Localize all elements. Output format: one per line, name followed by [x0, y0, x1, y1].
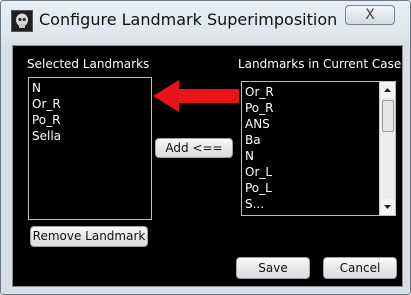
chevron-down-icon — [384, 205, 391, 209]
selected-landmark-item[interactable]: Po_R — [32, 112, 151, 128]
current-landmarks-label: Landmarks in Current Case — [238, 57, 402, 71]
cancel-button[interactable]: Cancel — [323, 257, 397, 279]
current-landmark-item[interactable]: N — [245, 148, 395, 164]
current-landmark-item[interactable]: S... — [245, 196, 395, 212]
chevron-up-icon — [384, 88, 391, 92]
skull-icon — [11, 10, 33, 32]
add-landmark-button[interactable]: Add <== — [155, 138, 233, 158]
close-button[interactable]: X — [345, 5, 395, 25]
list-scrollbar[interactable] — [379, 82, 395, 215]
save-button[interactable]: Save — [236, 257, 310, 279]
selected-landmark-item[interactable]: Sella — [32, 128, 151, 144]
current-landmark-item[interactable]: Po_R — [245, 100, 395, 116]
selected-landmark-item[interactable]: Or_R — [32, 96, 151, 112]
remove-landmark-button[interactable]: Remove Landmark — [30, 226, 148, 247]
selected-landmark-item[interactable]: N — [32, 80, 151, 96]
current-landmark-item[interactable]: Po_L — [245, 180, 395, 196]
selected-landmarks-label: Selected Landmarks — [27, 57, 150, 71]
current-landmarks-list[interactable]: Or_R Po_R ANS Ba N Or_L Po_L S... — [241, 81, 396, 216]
scroll-up-button[interactable] — [380, 82, 395, 98]
selected-landmarks-list[interactable]: N Or_R Po_R Sella — [28, 77, 152, 220]
current-landmark-item[interactable]: ANS — [245, 116, 395, 132]
arrow-left-icon — [153, 80, 239, 112]
current-landmark-item[interactable]: Or_L — [245, 164, 395, 180]
current-landmark-item[interactable]: Ba — [245, 132, 395, 148]
window-title: Configure Landmark Superimposition — [39, 10, 338, 29]
current-landmark-item[interactable]: Or_R — [245, 84, 395, 100]
scroll-down-button[interactable] — [380, 199, 395, 215]
scroll-thumb[interactable] — [382, 100, 394, 132]
close-icon: X — [365, 7, 375, 23]
title-bar[interactable]: Configure Landmark Superimposition X — [1, 1, 410, 41]
dialog-window: Configure Landmark Superimposition X Sel… — [0, 0, 411, 295]
